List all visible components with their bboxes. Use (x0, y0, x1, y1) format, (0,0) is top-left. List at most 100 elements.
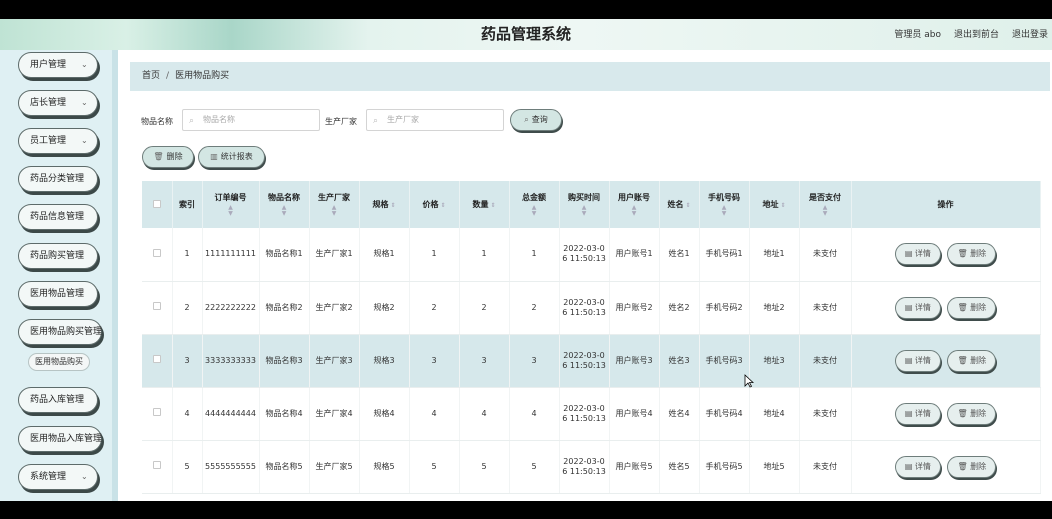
sort-icon[interactable]: ▲ ▼ (310, 205, 359, 217)
column-header-index: 索引 (179, 200, 195, 209)
row-detail-button[interactable]: ▤ 详情 (894, 455, 941, 478)
sidebar-item-drug-category[interactable]: 药品分类管理 (18, 166, 98, 192)
row-delete-button[interactable]: 🗑 删除 (947, 243, 997, 266)
sidebar-item-drug-stock-in[interactable]: 药品入库管理 (18, 387, 98, 413)
batch-delete-button[interactable]: 🗑 删除 (142, 146, 194, 168)
row-detail-button[interactable]: ▤ 详情 (894, 402, 941, 425)
column-header[interactable]: 用户账号 ▲ ▼ (609, 181, 660, 228)
sort-icon[interactable]: ▲ ▼ (203, 205, 259, 217)
table-row: 4 4444444444 物品名称4 生产厂家4 规格4 4 4 4 2022-… (142, 387, 1041, 441)
trash-icon: 🗑 (153, 152, 164, 161)
cell-purchase-time: 2022-03-06 11:50:13 (559, 334, 610, 388)
row-detail-button[interactable]: ▤ 详情 (894, 243, 941, 266)
sidebar-item-user-management[interactable]: 用户管理 ⌄ (18, 52, 98, 78)
column-header[interactable]: 地址 ⇕ (749, 181, 800, 228)
column-header-order-no: 订单编号 (214, 193, 247, 202)
sidebar-item-medical-supplies-purchase[interactable]: 医用物品购买管理 (18, 319, 102, 345)
row-checkbox-cell[interactable] (142, 387, 173, 441)
top-bar-actions: 管理员 abo 退出到前台 退出登录 (894, 27, 1048, 40)
row-checkbox[interactable] (152, 408, 161, 416)
cell-total: 4 (509, 387, 560, 441)
select-all-checkbox-cell[interactable] (142, 181, 173, 228)
statistics-report-button[interactable]: ▥ 统计报表 (198, 146, 265, 168)
sort-icon[interactable]: ▲ ▼ (510, 205, 559, 217)
sidebar-item-medical-supplies-stock-in[interactable]: 医用物品入库管理 (18, 426, 102, 452)
column-header[interactable]: 总金额 ▲ ▼ (509, 181, 560, 228)
mouse-cursor-icon (744, 374, 754, 388)
cell-address: 地址5 (749, 440, 800, 494)
column-header[interactable]: 数量 ⇕ (459, 181, 510, 228)
row-checkbox-cell[interactable] (142, 334, 173, 388)
row-detail-button[interactable]: ▤ 详情 (894, 296, 941, 319)
breadcrumb-home[interactable]: 首页 (142, 71, 160, 81)
manufacturer-placeholder: 生产厂家 (387, 115, 419, 124)
sidebar-item-medical-supplies[interactable]: 医用物品管理 (18, 281, 98, 307)
trash-icon: 🗑 (957, 461, 971, 471)
sort-icon[interactable]: ⇕ (490, 202, 495, 209)
sidebar-item-drug-info[interactable]: 药品信息管理 (18, 204, 98, 230)
column-header[interactable]: 手机号码 ▲ ▼ (699, 181, 750, 228)
row-delete-button[interactable]: 🗑 删除 (947, 455, 997, 478)
row-delete-button[interactable]: 🗑 删除 (947, 349, 997, 372)
query-button[interactable]: ⌕ 查询 (510, 109, 562, 131)
column-header[interactable]: 价格 ⇕ (409, 181, 460, 228)
row-checkbox[interactable] (152, 248, 161, 257)
trash-icon: 🗑 (957, 249, 971, 259)
sort-icon[interactable]: ⇕ (390, 202, 395, 209)
select-all-checkbox[interactable] (152, 199, 161, 208)
column-header[interactable]: 是否支付 ▲ ▼ (799, 181, 852, 228)
cell-manufacturer: 生产厂家1 (309, 228, 360, 282)
sidebar-scrollbar[interactable] (112, 50, 118, 501)
sort-icon[interactable]: ▲ ▼ (800, 205, 851, 217)
row-checkbox[interactable] (152, 302, 161, 310)
row-checkbox-cell[interactable] (142, 440, 173, 494)
row-detail-label: 详情 (914, 355, 931, 365)
exit-to-front-link[interactable]: 退出到前台 (954, 27, 999, 40)
top-bar: 药品管理系统 管理员 abo 退出到前台 退出登录 (0, 19, 1052, 50)
sidebar-item-label: 员工管理 (30, 136, 67, 146)
row-checkbox[interactable] (152, 355, 161, 363)
cell-person-name: 姓名3 (659, 334, 700, 388)
column-header[interactable]: 购买时间 ▲ ▼ (559, 181, 610, 228)
sidebar-item-staff-management[interactable]: 员工管理 ⌄ (18, 128, 98, 154)
sidebar-item-manager-management[interactable]: 店长管理 ⌄ (18, 90, 98, 116)
table-row: 2 2222222222 物品名称2 生产厂家2 规格2 2 2 2 2022-… (142, 281, 1041, 335)
cell-quantity: 5 (459, 440, 510, 494)
cell-price: 5 (409, 440, 460, 494)
cell-user-account: 用户账号5 (609, 440, 660, 494)
column-header-actions: 操作 (937, 200, 954, 209)
column-header[interactable]: 物品名称 ▲ ▼ (259, 181, 310, 228)
column-header[interactable]: 订单编号 ▲ ▼ (202, 181, 260, 228)
column-header[interactable]: 生产厂家 ▲ ▼ (309, 181, 360, 228)
logout-link[interactable]: 退出登录 (1012, 27, 1048, 40)
row-delete-button[interactable]: 🗑 删除 (947, 296, 997, 319)
sidebar-item-system-management[interactable]: 系统管理 ⌄ (18, 464, 98, 490)
column-header[interactable]: 规格 ⇕ (359, 181, 410, 228)
sort-icon[interactable]: ⇕ (780, 202, 785, 209)
row-checkbox[interactable] (152, 461, 161, 469)
sort-icon[interactable]: ⇕ (440, 202, 445, 209)
sort-icon[interactable]: ⇕ (685, 202, 690, 209)
sort-icon[interactable]: ▲ ▼ (260, 205, 309, 217)
row-detail-button[interactable]: ▤ 详情 (894, 349, 941, 372)
cell-index: 4 (172, 387, 203, 441)
sort-icon[interactable]: ▲ ▼ (560, 205, 609, 217)
row-checkbox-cell[interactable] (142, 281, 173, 335)
cell-paid-status: 未支付 (799, 334, 852, 388)
cell-address: 地址3 (749, 334, 800, 388)
manufacturer-input[interactable]: ⌕ 生产厂家 (366, 109, 504, 131)
row-checkbox-cell[interactable] (142, 228, 173, 282)
sort-icon[interactable]: ▲ ▼ (700, 205, 749, 217)
breadcrumb-current: 医用物品购买 (175, 71, 230, 81)
chevron-down-icon: ⌄ (81, 60, 88, 69)
sidebar-subitem-medical-supplies-purchase[interactable]: 医用物品购买 (28, 353, 90, 371)
sort-icon[interactable]: ▲ ▼ (610, 205, 659, 217)
item-name-input[interactable]: ⌕ 物品名称 (182, 109, 320, 131)
item-name-placeholder: 物品名称 (203, 115, 235, 124)
row-detail-label: 详情 (914, 249, 931, 259)
row-delete-button[interactable]: 🗑 删除 (947, 402, 997, 425)
sidebar-item-label: 药品购买管理 (30, 251, 85, 261)
column-header[interactable]: 姓名 ⇕ (659, 181, 700, 228)
sidebar-item-drug-purchase[interactable]: 药品购买管理 (18, 243, 98, 269)
cell-manufacturer: 生产厂家2 (309, 281, 360, 335)
